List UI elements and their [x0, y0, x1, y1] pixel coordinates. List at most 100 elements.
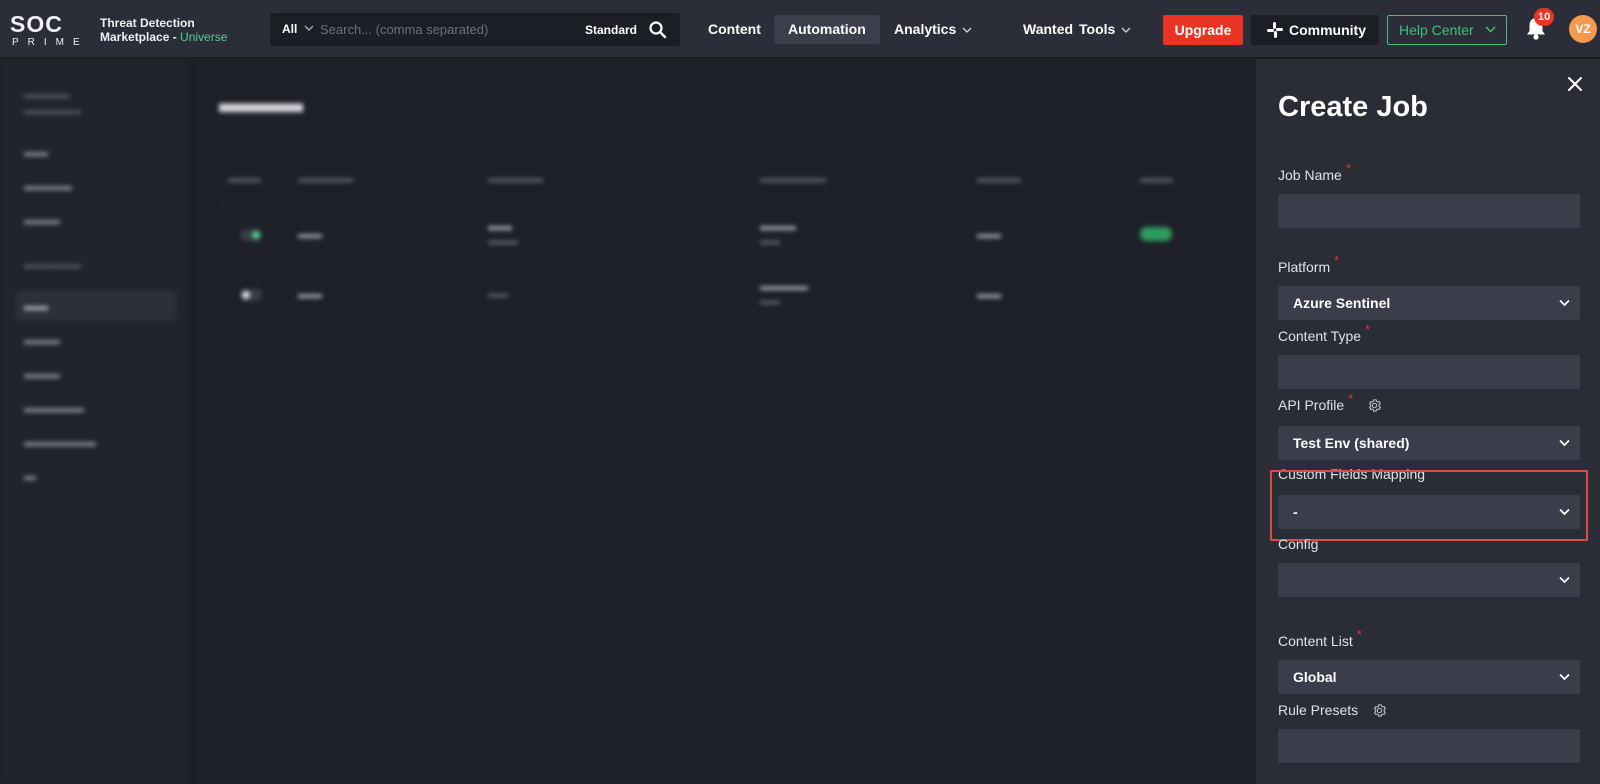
community-button[interactable]: Community — [1251, 15, 1379, 45]
background-page: ▬▬▬▬ ▬▬▬▬▬ ▬▬ ▬▬▬▬ ▬▬▬ ▬▬▬▬▬ ▬▬ ▬▬▬ ▬▬▬ ▬… — [0, 59, 1256, 784]
table-cell: ▬▬ — [488, 219, 512, 233]
sidebar-item[interactable]: ▬ — [16, 461, 176, 491]
nav-tools[interactable]: Tools — [1065, 15, 1145, 44]
table-cell: ▬▬ — [760, 296, 780, 307]
brand-accent: Universe — [180, 30, 228, 44]
required-marker: * — [1334, 253, 1340, 268]
table-cell: ▬▬ — [298, 227, 322, 241]
toggle-switch[interactable] — [240, 229, 262, 241]
chevron-down-icon — [1559, 439, 1570, 447]
required-marker: * — [1365, 322, 1371, 337]
panel-title: Create Job — [1278, 91, 1428, 123]
search-icon[interactable] — [648, 20, 668, 40]
platform-label: Platform * — [1278, 253, 1340, 275]
chevron-down-icon — [1559, 508, 1570, 516]
custom-fields-mapping-value: - — [1293, 504, 1298, 520]
chevron-down-icon — [1559, 673, 1570, 681]
config-select[interactable] — [1278, 563, 1580, 597]
api-profile-select[interactable]: Test Env (shared) — [1278, 426, 1580, 460]
nav-content[interactable]: Content — [694, 15, 775, 44]
brand-line-1: Threat Detection — [100, 16, 195, 30]
content-list-select[interactable]: Global — [1278, 660, 1580, 694]
help-center-button[interactable]: Help Center — [1387, 15, 1507, 45]
table-cell: ▬▬ — [298, 287, 322, 301]
top-bar: SOC PRIME Threat Detection Marketplace -… — [0, 0, 1600, 58]
chevron-down-icon — [1121, 27, 1131, 34]
upgrade-button[interactable]: Upgrade — [1163, 15, 1243, 45]
table-cell: ▬▬ — [760, 236, 780, 247]
svg-text:SOC: SOC — [10, 11, 63, 37]
sidebar-item[interactable]: ▬▬▬ — [16, 205, 176, 235]
sidebar-item[interactable]: ▬▬▬▬▬▬ — [16, 427, 176, 457]
content-type-label: Content Type * — [1278, 322, 1371, 344]
custom-fields-mapping-label: Custom Fields Mapping — [1278, 466, 1426, 482]
table-cell: ▬▬▬ — [760, 219, 796, 233]
table-header: ▬▬▬▬▬ — [488, 173, 543, 185]
sidebar-item[interactable]: ▬▬▬ — [16, 325, 176, 355]
table-cell: ▬▬ — [977, 227, 1001, 241]
platform-value: Azure Sentinel — [1293, 295, 1391, 311]
help-center-label: Help Center — [1399, 22, 1474, 38]
user-avatar[interactable]: VZ — [1569, 15, 1597, 43]
status-badge — [1140, 227, 1172, 241]
brand-text: Threat Detection Marketplace - Universe — [100, 16, 227, 44]
job-name-input[interactable] — [1278, 194, 1580, 228]
slack-icon — [1267, 22, 1283, 38]
sidebar-item-active[interactable]: ▬▬ — [16, 291, 176, 321]
chevron-down-icon — [962, 27, 972, 34]
rule-presets-label: Rule Presets — [1278, 702, 1387, 719]
community-label: Community — [1289, 22, 1366, 38]
sidebar-item[interactable]: ▬▬▬▬▬ — [16, 393, 176, 423]
table-cell: ▬▬▬▬ — [760, 279, 808, 293]
table-cell: ▬▬ — [488, 289, 508, 300]
sidebar-item[interactable]: ▬▬▬ — [16, 359, 176, 389]
page-title-blurred: ▬▬▬ — [219, 87, 303, 118]
config-label: Config — [1278, 536, 1319, 552]
job-name-label: Job Name * — [1278, 161, 1351, 183]
nav-automation[interactable]: Automation — [774, 15, 880, 44]
notification-count-badge: 10 — [1534, 8, 1555, 26]
table-cell: ▬▬▬ — [488, 236, 518, 247]
toggle-switch[interactable] — [240, 289, 262, 301]
chevron-down-icon — [1485, 26, 1496, 33]
table-header: ▬▬▬▬▬▬ — [760, 173, 826, 185]
table-header: ▬▬▬ — [1140, 173, 1173, 185]
brand-line-2: Marketplace - Universe — [100, 30, 228, 44]
table-header: ▬▬▬▬ — [977, 173, 1021, 185]
search-scope-select[interactable]: All — [282, 22, 297, 36]
custom-fields-mapping-select[interactable]: - — [1278, 495, 1580, 529]
table-header: ▬▬▬ — [228, 173, 261, 185]
table-divider — [219, 262, 1256, 263]
chevron-down-icon — [1559, 576, 1570, 584]
chevron-down-icon — [1559, 299, 1570, 307]
rule-presets-select[interactable] — [1278, 729, 1580, 763]
soc-prime-logo[interactable]: SOC PRIME — [10, 11, 90, 47]
required-marker: * — [1348, 391, 1354, 406]
nav-analytics[interactable]: Analytics — [880, 15, 986, 44]
gear-icon[interactable] — [1372, 703, 1387, 718]
table-header: ▬▬▬▬▬ — [298, 173, 353, 185]
sidebar: ▬▬▬▬ ▬▬▬▬▬ ▬▬ ▬▬▬▬ ▬▬▬ ▬▬▬▬▬ ▬▬ ▬▬▬ ▬▬▬ ▬… — [0, 59, 188, 784]
sidebar-section-heading: ▬▬▬▬ ▬▬▬▬▬ — [24, 89, 82, 117]
table-divider — [219, 322, 1256, 323]
search-mode-select[interactable]: Standard — [585, 23, 637, 37]
gear-icon[interactable] — [1367, 398, 1382, 413]
svg-text:PRIME: PRIME — [12, 37, 89, 47]
content-list-label: Content List * — [1278, 627, 1362, 649]
chevron-down-icon[interactable] — [304, 23, 314, 33]
search-bar: All Standard — [270, 13, 680, 46]
sidebar-section-heading: ▬▬▬▬▬ — [24, 259, 82, 271]
close-icon[interactable] — [1566, 75, 1584, 93]
required-marker: * — [1345, 161, 1351, 176]
search-input[interactable] — [320, 18, 570, 41]
required-marker: * — [1356, 627, 1362, 642]
create-job-panel: Create Job Job Name * Platform * Azure Sen… — [1256, 59, 1600, 784]
content-type-select[interactable] — [1278, 355, 1580, 389]
table-cell: ▬▬ — [977, 287, 1001, 301]
sidebar-item[interactable]: ▬▬▬▬ — [16, 171, 176, 201]
platform-select[interactable]: Azure Sentinel — [1278, 286, 1580, 320]
content-list-value: Global — [1293, 669, 1337, 685]
api-profile-label: API Profile * — [1278, 391, 1382, 414]
sidebar-item[interactable]: ▬▬ — [16, 137, 176, 167]
api-profile-value: Test Env (shared) — [1293, 435, 1410, 451]
